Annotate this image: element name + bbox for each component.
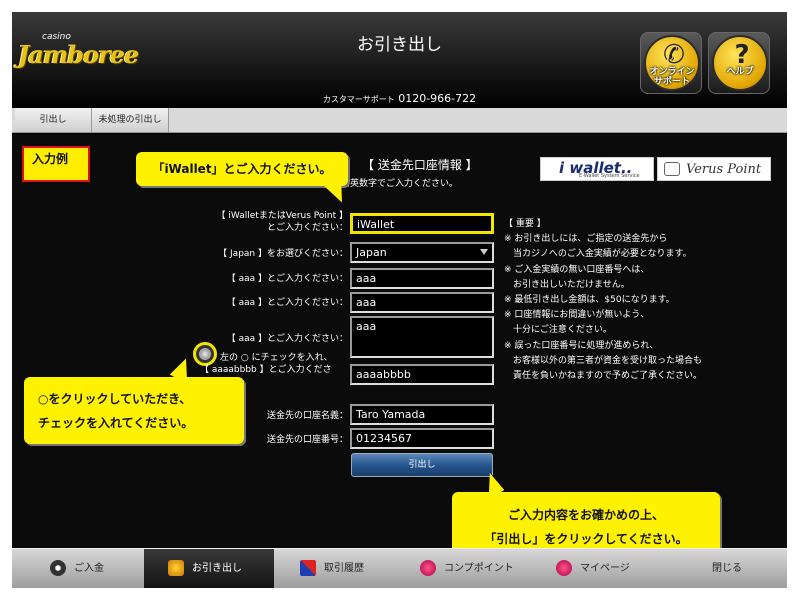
main-content: 入力例 【 送金先口座情報 】 半角英数字でご入力ください。 i wallet.… — [12, 134, 787, 562]
account-name-input[interactable]: Taro Yamada — [350, 404, 494, 425]
deposit-icon — [50, 560, 66, 576]
country-label: 【 Japan 】をお選びください： — [218, 249, 348, 259]
customer-support: カスタマーサポート 0120-966-722 — [12, 92, 787, 105]
section-title: 【 送金先口座情報 】 — [362, 158, 478, 172]
aaaabbbb-input[interactable]: aaaabbbb — [350, 364, 494, 385]
withdraw-icon — [168, 560, 184, 576]
account-number-input[interactable]: 01234567 — [350, 428, 494, 449]
important-notes: 【 重要 】 ※ お引き出しには、ご指定の送金先から 当カジノへのご入金実績が必… — [504, 219, 703, 382]
aaa-label-3: 【 aaa 】とご入力ください： — [226, 334, 348, 344]
mypage-icon — [556, 560, 572, 576]
bottom-nav: ご入金 お引き出し 取引履歴 コンプポイント マイページ 閉じる — [12, 548, 787, 588]
callout-enter-iwallet: 「iWallet」とご入力ください。 — [136, 152, 355, 207]
callout-click-radio: ○をクリックしていただき、 チェックを入れてください。 — [24, 355, 244, 444]
section-note: 半角英数字でご入力ください。 — [332, 179, 459, 189]
aaa-input-1[interactable]: aaa — [350, 268, 494, 289]
nav-history[interactable]: 取引履歴 — [300, 549, 364, 588]
example-badge: 入力例 — [22, 146, 90, 182]
account-type-input[interactable]: iWallet — [350, 213, 494, 234]
online-support-label: オンライン サポート — [649, 67, 695, 87]
history-icon — [300, 560, 316, 576]
chevron-down-icon — [480, 249, 488, 255]
nav-deposit[interactable]: ご入金 — [50, 549, 104, 588]
online-support-button[interactable]: ✆ オンライン サポート — [640, 32, 702, 94]
aaa-label-2: 【 aaa 】とご入力ください： — [226, 298, 348, 308]
aaa-label-1: 【 aaa 】とご入力ください： — [226, 274, 348, 284]
support-label: カスタマーサポート — [322, 95, 395, 104]
aaa-textarea[interactable]: aaa — [350, 316, 494, 358]
scale-icon — [664, 162, 680, 176]
nav-comp-points[interactable]: コンプポイント — [420, 549, 514, 588]
help-label: ヘルプ — [726, 67, 754, 77]
help-button[interactable]: ? ヘルプ — [708, 32, 770, 94]
nav-mypage[interactable]: マイページ — [556, 549, 630, 588]
tab-bar: 引出し 未処理の引出し — [12, 108, 787, 133]
comp-point-icon — [420, 560, 436, 576]
tab-withdraw[interactable]: 引出し — [15, 108, 92, 132]
country-select[interactable]: Japan — [350, 242, 494, 263]
support-phone: 0120-966-722 — [398, 92, 477, 105]
nav-withdraw[interactable]: お引き出し — [144, 549, 274, 588]
aaa-input-2[interactable]: aaa — [350, 292, 494, 313]
nav-close[interactable]: 閉じる — [712, 549, 742, 588]
casino-window: casino Jamboree お引き出し ✆ オンライン サポート ? ヘルプ… — [12, 12, 787, 588]
question-icon: ? — [712, 35, 768, 91]
verus-point-logo: Verus Point — [657, 157, 771, 181]
tab-pending-withdrawals[interactable]: 未処理の引出し — [92, 108, 169, 132]
iwallet-logo: i wallet.. E-Wallet System Service — [540, 157, 654, 181]
withdraw-submit-button[interactable]: 引出し — [351, 453, 493, 477]
header: casino Jamboree お引き出し ✆ オンライン サポート ? ヘルプ… — [12, 12, 787, 107]
account-type-label: 【 iWalletまたはVerus Point 】 とご入力ください： — [216, 211, 348, 233]
